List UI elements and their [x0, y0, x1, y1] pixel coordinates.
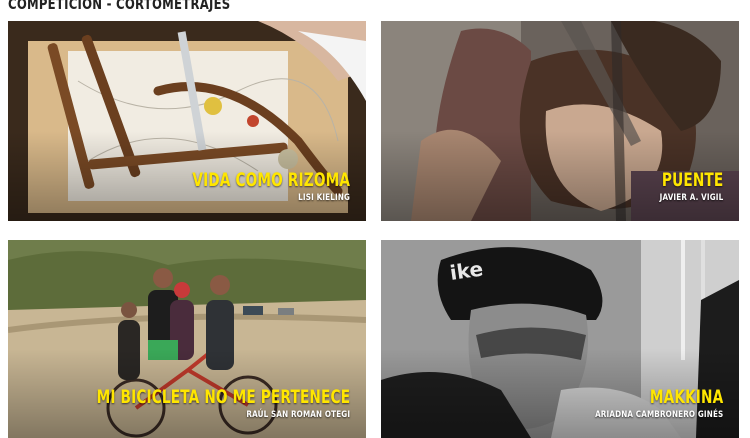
film-card-puente[interactable]: PUENTE JAVIER A. VIGIL	[381, 21, 739, 221]
film-card-mi-bicicleta-no-me-pertenece[interactable]: MI BICICLETA NO ME PERTENECE RAÚL SAN RO…	[8, 240, 366, 438]
film-caption: PUENTE JAVIER A. VIGIL	[638, 170, 723, 203]
film-caption: MI BICICLETA NO ME PERTENECE RAÚL SAN RO…	[8, 387, 350, 420]
film-title: MAKKINA	[649, 386, 723, 408]
film-card-vida-como-rizoma[interactable]: VIDA COMO RIZOMA LISI KIELING	[8, 21, 366, 221]
film-director: JAVIER A. VIGIL	[659, 193, 723, 203]
section-title: COMPETICIÓN - CORTOMETRAJES	[8, 0, 231, 13]
film-director: LISI KIELING	[298, 193, 350, 203]
film-director: ARIADNA CAMBRONERO GINÉS	[594, 410, 723, 420]
film-caption: VIDA COMO RIZOMA LISI KIELING	[131, 170, 350, 203]
film-title: MI BICICLETA NO ME PERTENECE	[96, 386, 350, 408]
film-title: PUENTE	[661, 169, 723, 191]
film-director: RAÚL SAN ROMAN OTEGI	[246, 410, 350, 420]
film-caption: MAKKINA ARIADNA CAMBRONERO GINÉS	[563, 387, 723, 420]
film-title: VIDA COMO RIZOMA	[192, 169, 350, 191]
film-card-makkina[interactable]: ike MAKKINA ARIADNA CAMBRONERO GINÉS	[381, 240, 739, 438]
